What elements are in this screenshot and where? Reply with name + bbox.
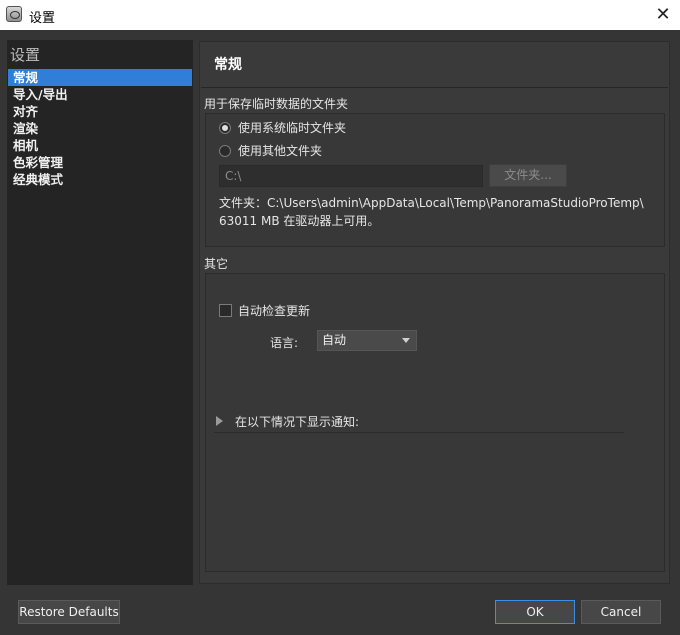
sidebar-item-general[interactable]: 常规 xyxy=(8,69,192,86)
sidebar-list: 常规 导入/导出 对齐 渲染 相机 色彩管理 经典模式 xyxy=(8,69,192,188)
expand-arrow-icon[interactable] xyxy=(216,416,223,426)
title-bar: 设置 ✕ xyxy=(0,0,680,30)
free-space-info: 63011 MB 在驱动器上可用。 xyxy=(219,214,380,228)
other-folder-radio[interactable] xyxy=(219,145,231,157)
cancel-button[interactable]: Cancel xyxy=(581,600,661,624)
chevron-down-icon xyxy=(402,338,410,343)
system-temp-label: 使用系统临时文件夹 xyxy=(238,121,347,135)
settings-content: 常规 用于保存临时数据的文件夹 使用系统临时文件夹 使用其他文件夹 C:\ 文件… xyxy=(199,41,670,584)
language-select[interactable]: 自动 xyxy=(317,330,417,351)
sidebar-item-import-export[interactable]: 导入/导出 xyxy=(8,86,192,103)
auto-update-row[interactable]: 自动检查更新 xyxy=(219,302,310,319)
auto-update-checkbox[interactable] xyxy=(219,304,232,317)
sidebar-item-color-management[interactable]: 色彩管理 xyxy=(8,154,192,171)
system-temp-radio-row[interactable]: 使用系统临时文件夹 xyxy=(219,119,346,136)
page-title: 常规 xyxy=(214,57,242,73)
language-label: 语言: xyxy=(270,336,299,350)
sidebar-header: 设置 xyxy=(10,46,41,64)
other-folder-radio-row[interactable]: 使用其他文件夹 xyxy=(219,142,322,159)
sidebar-item-render[interactable]: 渲染 xyxy=(8,120,192,137)
sidebar-item-alignment[interactable]: 对齐 xyxy=(8,103,192,120)
sidebar-item-classic-mode[interactable]: 经典模式 xyxy=(8,171,192,188)
folder-path-info: 文件夹：C:\Users\admin\AppData\Local\Temp\Pa… xyxy=(219,196,644,210)
sidebar: 设置 常规 导入/导出 对齐 渲染 相机 色彩管理 经典模式 xyxy=(7,40,193,585)
restore-defaults-button[interactable]: Restore Defaults xyxy=(18,600,120,624)
folder-path-input[interactable]: C:\ xyxy=(219,165,483,187)
other-group-label: 其它 xyxy=(204,257,229,271)
language-value: 自动 xyxy=(322,333,347,347)
divider xyxy=(214,432,624,433)
divider xyxy=(201,87,668,88)
browse-folder-button[interactable]: 文件夹... xyxy=(489,164,567,187)
window-title: 设置 xyxy=(29,11,56,26)
temp-folder-group-label: 用于保存临时数据的文件夹 xyxy=(204,97,349,111)
ok-button[interactable]: OK xyxy=(495,600,575,624)
auto-update-label: 自动检查更新 xyxy=(238,304,311,318)
sidebar-item-camera[interactable]: 相机 xyxy=(8,137,192,154)
other-folder-label: 使用其他文件夹 xyxy=(238,144,323,158)
notifications-label: 在以下情况下显示通知: xyxy=(235,415,360,429)
close-icon[interactable]: ✕ xyxy=(650,2,676,28)
notifications-expander[interactable]: 在以下情况下显示通知: xyxy=(216,413,359,430)
system-temp-radio[interactable] xyxy=(219,122,231,134)
app-icon xyxy=(6,6,22,22)
